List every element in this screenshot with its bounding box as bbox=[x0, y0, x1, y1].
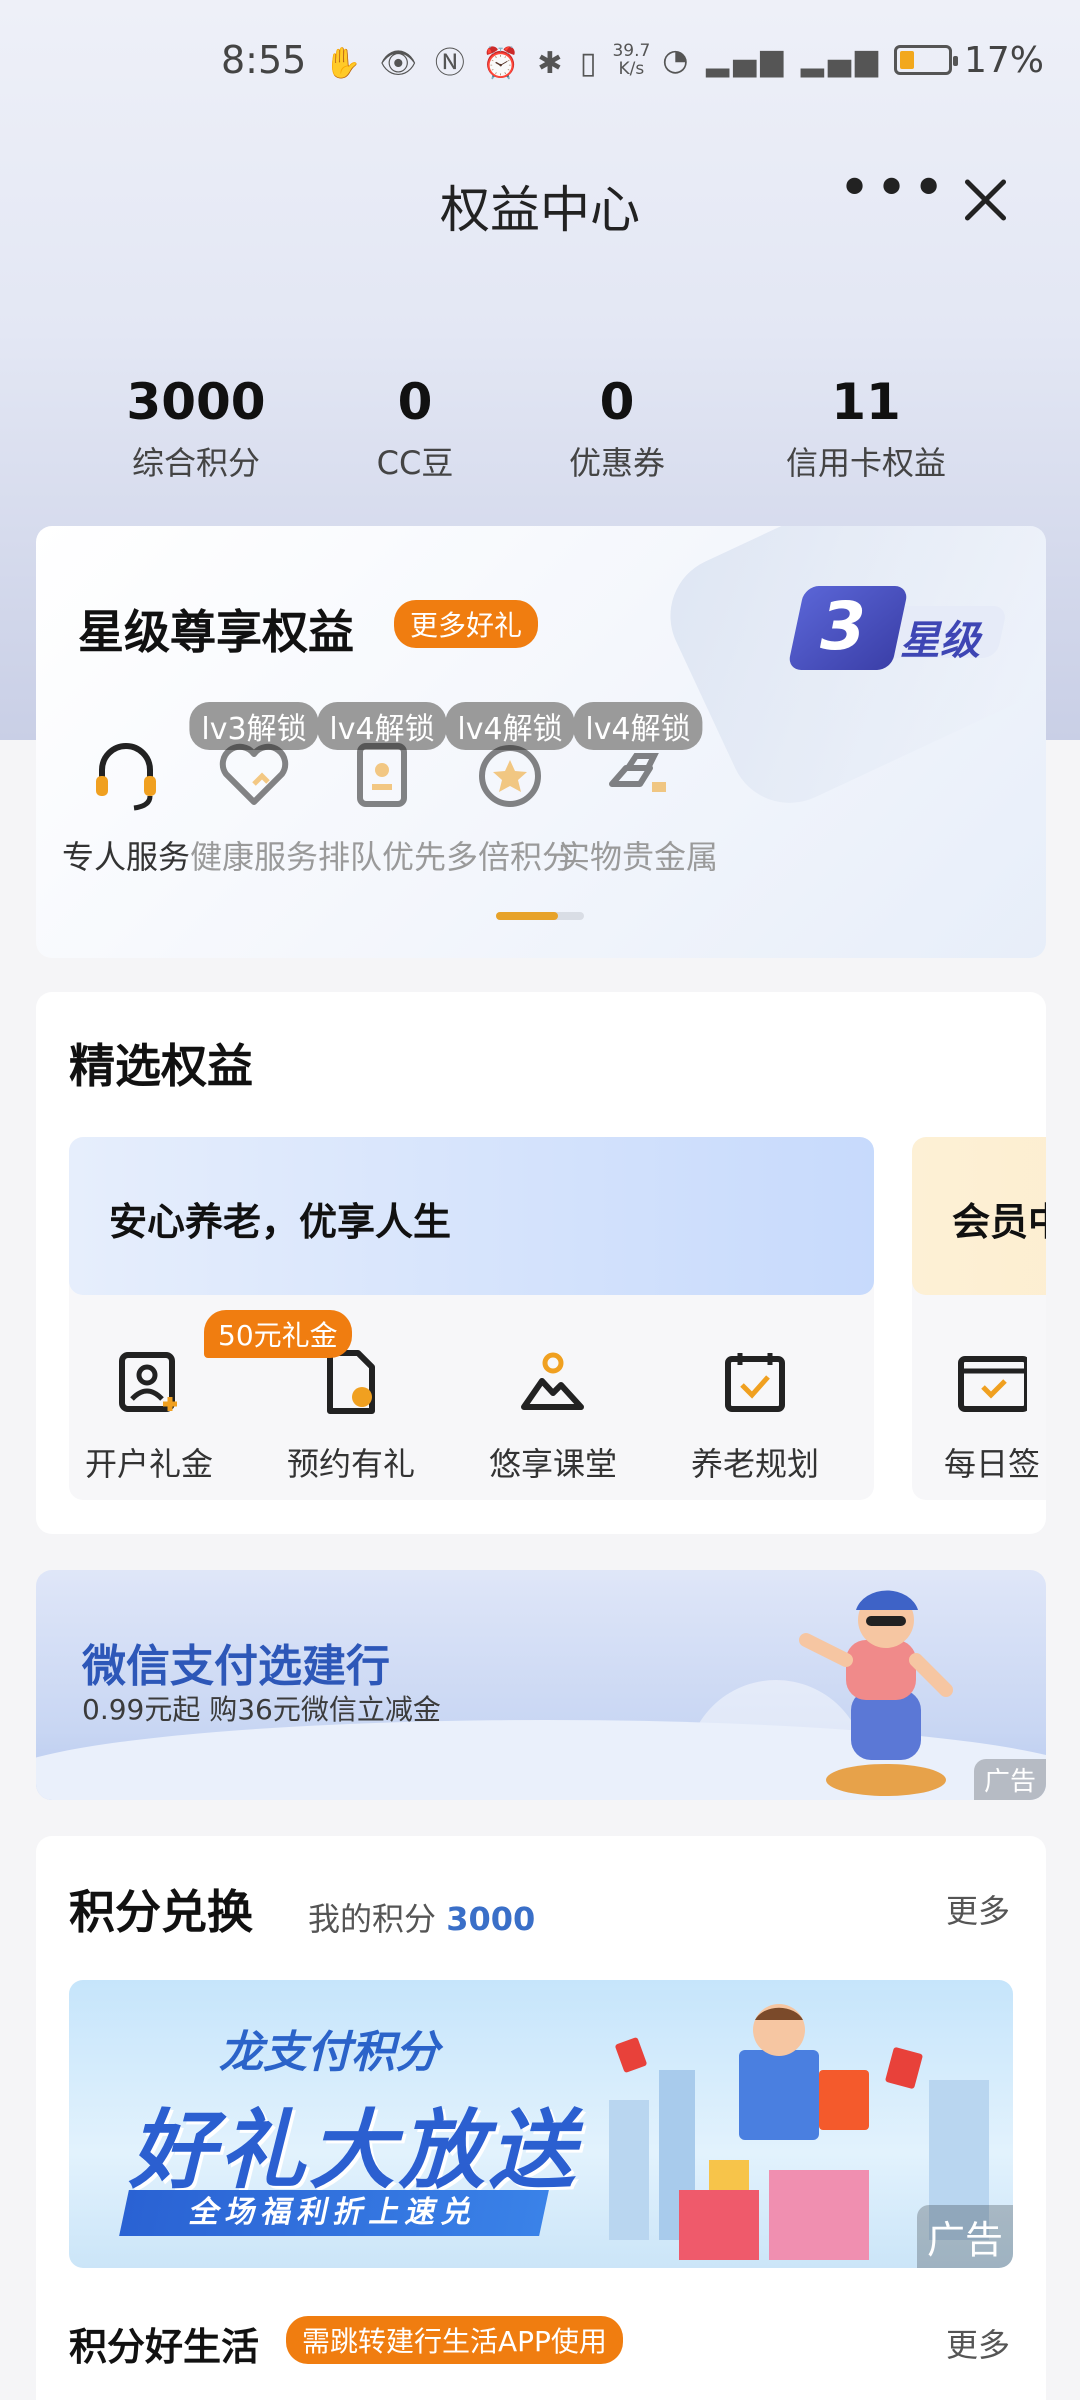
item-enjoy-class[interactable]: 悠享课堂 bbox=[473, 1347, 633, 1485]
more-options-icon[interactable]: ••• bbox=[838, 161, 949, 217]
battery-percent: 17% bbox=[963, 39, 1044, 81]
member-panel-header[interactable]: 会员中 bbox=[912, 1137, 1046, 1295]
pension-panel-header[interactable]: 安心养老，优享人生 bbox=[69, 1137, 874, 1295]
ad-label: 广告 bbox=[916, 2205, 1013, 2268]
points-life-more-link[interactable]: 更多 bbox=[946, 2320, 1010, 2366]
featured-benefits-card: 精选权益 安心养老，优享人生 开户礼金 预约有礼 悠享课堂 养老规划 50元礼金… bbox=[36, 992, 1046, 1534]
calendar-check-icon bbox=[720, 1347, 790, 1417]
points-more-link[interactable]: 更多 bbox=[946, 1886, 1010, 1932]
clock: 8:55 bbox=[220, 38, 307, 82]
member-panel-heading: 会员中 bbox=[952, 1200, 1046, 1244]
promo-line2: 好礼大放送 bbox=[129, 2101, 579, 2201]
battery-icon bbox=[893, 45, 958, 75]
stat-coupons[interactable]: 0 优惠券 bbox=[487, 372, 747, 484]
ad-subtitle: 0.99元起 购36元微信立减金 bbox=[82, 1693, 441, 1726]
pension-panel[interactable]: 安心养老，优享人生 开户礼金 预约有礼 悠享课堂 养老规划 bbox=[69, 1137, 874, 1500]
signal-icons: ◔ ▂▄▆ ▂▄▆ bbox=[662, 42, 882, 78]
user-card-icon bbox=[114, 1347, 184, 1417]
star-benefits-card: 星级尊享权益 更多好礼 3 星级 专人服务 lv3解锁 健康服务 lv4解锁 排… bbox=[36, 526, 1046, 958]
mountain-sun-icon bbox=[518, 1347, 588, 1417]
ad-label: 广告 bbox=[973, 1759, 1046, 1800]
status-bar: 8:55 ✋ 👁 Ⓝ ⏰ ✱ ▯ 39.7 K/s ◔ ▂▄▆ ▂▄▆ 17% bbox=[0, 0, 1080, 120]
gold-bar-icon bbox=[598, 734, 678, 814]
ticket-icon bbox=[342, 734, 422, 814]
item-daily-checkin[interactable]: 每日签 bbox=[912, 1347, 1046, 1485]
points-exchange-card: 积分兑换 我的积分 3000 更多 龙支付积分 好礼大放送 全场福利折上速兑 广… bbox=[36, 1836, 1046, 2400]
gift-badge: 50元礼金 bbox=[204, 1310, 352, 1358]
more-gifts-button[interactable]: 更多好礼 bbox=[394, 600, 539, 648]
member-panel[interactable]: 会员中 每日签 bbox=[912, 1137, 1046, 1500]
stat-credit-card-benefits[interactable]: 11 信用卡权益 bbox=[736, 372, 996, 484]
item-account-gift[interactable]: 开户礼金 bbox=[69, 1347, 229, 1485]
promo-line1: 龙支付积分 bbox=[219, 2027, 439, 2078]
heart-icon bbox=[214, 734, 294, 814]
wechat-pay-ad-banner[interactable]: 微信支付选建行 0.99元起 购36元微信立减金 广告 bbox=[36, 1570, 1046, 1800]
promo-line3: 全场福利折上速兑 bbox=[119, 2190, 549, 2236]
item-pension-plan[interactable]: 养老规划 bbox=[675, 1347, 835, 1485]
pension-panel-heading: 安心养老，优享人生 bbox=[109, 1200, 452, 1244]
star-level-text: 星级 bbox=[900, 618, 980, 664]
points-life-title: 积分好生活 bbox=[69, 2325, 260, 2369]
close-icon[interactable] bbox=[955, 170, 1015, 230]
nav-bar: 权益中心 ••• bbox=[0, 150, 1080, 250]
item-appointment-gift[interactable]: 预约有礼 bbox=[271, 1347, 431, 1485]
my-points-value: 3000 bbox=[446, 1900, 536, 1938]
featured-title: 精选权益 bbox=[69, 1039, 253, 1093]
star-coin-icon bbox=[470, 734, 550, 814]
star-level-number: 3 bbox=[820, 588, 866, 665]
star-benefits-title: 星级尊享权益 bbox=[78, 605, 354, 659]
net-speed: 39.7 K/s bbox=[612, 41, 651, 79]
benefit-precious-metal[interactable]: lv4解锁 实物贵金属 bbox=[548, 702, 728, 878]
card-check-icon bbox=[957, 1347, 1030, 1417]
ad-title: 微信支付选建行 bbox=[82, 1641, 390, 1692]
status-icons: ✋ 👁 Ⓝ ⏰ ✱ ▯ bbox=[324, 46, 601, 81]
headset-icon bbox=[86, 734, 166, 814]
stats-row: 3000 综合积分 0 CC豆 0 优惠券 11 信用卡权益 bbox=[0, 372, 1080, 492]
points-life-tag: 需跳转建行生活APP使用 bbox=[286, 2316, 623, 2364]
scroll-indicator bbox=[496, 912, 584, 920]
points-promo-banner[interactable]: 龙支付积分 好礼大放送 全场福利折上速兑 广告 bbox=[69, 1980, 1013, 2268]
points-title: 积分兑换 bbox=[69, 1885, 253, 1939]
star-level-badge[interactable]: 3 星级 bbox=[787, 586, 1008, 674]
my-points: 我的积分 3000 bbox=[308, 1900, 536, 1938]
skateboard-kid-illustration bbox=[799, 1590, 953, 1796]
